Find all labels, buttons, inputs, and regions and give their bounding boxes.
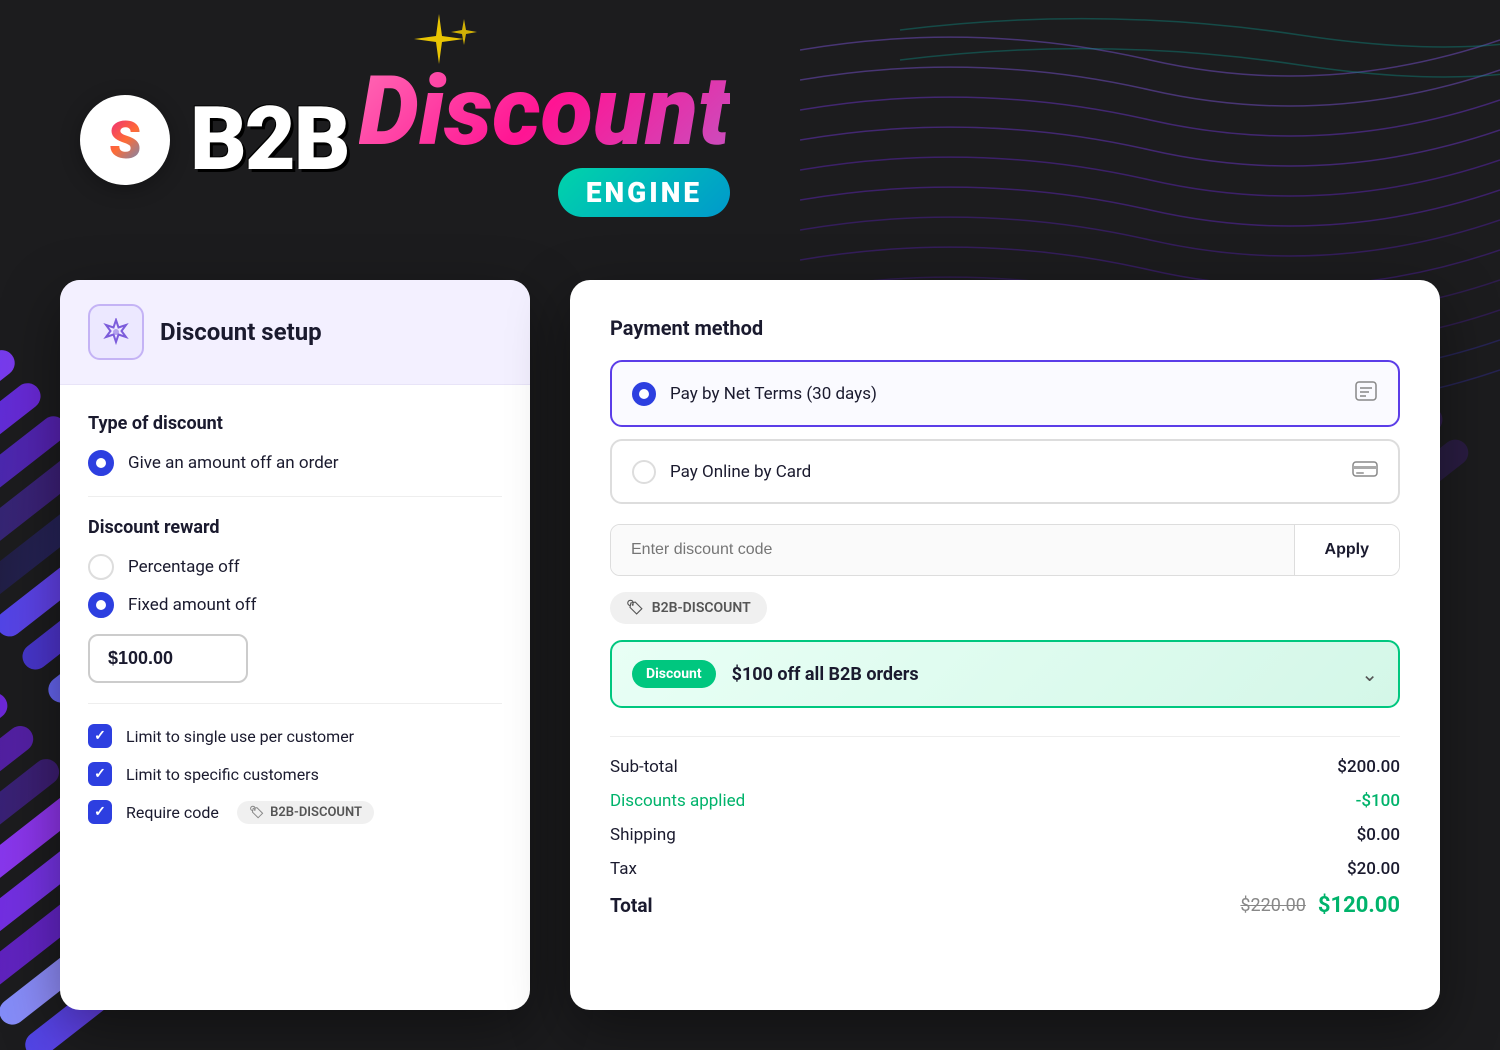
- subtotal-row: Sub-total $200.00: [610, 757, 1400, 777]
- engine-text: ENGINE: [586, 176, 702, 209]
- discount-setup-panel: Discount setup Type of discount Give an …: [60, 280, 530, 1010]
- total-values: $220.00 $120.00: [1240, 893, 1400, 918]
- brand-discount: Discount: [359, 64, 730, 160]
- applied-code-text: B2B-DISCOUNT: [652, 600, 751, 616]
- amount-input-wrap: [88, 634, 502, 683]
- applied-code-badge: 🏷 B2B-DISCOUNT: [610, 592, 767, 624]
- panel-header: Discount setup: [60, 280, 530, 385]
- panel-body: Type of discount Give an amount off an o…: [60, 385, 530, 866]
- total-label: Total: [610, 894, 653, 917]
- order-summary: Sub-total $200.00 Discounts applied -$10…: [610, 736, 1400, 918]
- logo-circle: S: [80, 95, 170, 185]
- checkbox-specific-customers-box: [88, 762, 112, 786]
- checkbox-specific-customers[interactable]: Limit to specific customers: [88, 762, 502, 786]
- sparkle-icon: [399, 14, 479, 78]
- shipping-label: Shipping: [610, 825, 676, 845]
- header: S B2B Discount ENGINE: [0, 0, 1500, 280]
- total-new-value: $120.00: [1318, 893, 1400, 918]
- discounts-label: Discounts applied: [610, 791, 745, 811]
- panel-title: Discount setup: [160, 318, 322, 346]
- total-row: Total $220.00 $120.00: [610, 893, 1400, 918]
- divider-2: [88, 703, 502, 704]
- apply-button[interactable]: Apply: [1294, 525, 1399, 575]
- payment-online-card-label: Pay Online by Card: [670, 462, 1338, 482]
- type-option-label: Give an amount off an order: [128, 453, 339, 473]
- subtotal-value: $200.00: [1337, 757, 1400, 777]
- checkbox-single-use-label: Limit to single use per customer: [126, 727, 354, 746]
- discount-code-input[interactable]: [611, 525, 1294, 575]
- main-content: Discount setup Type of discount Give an …: [0, 260, 1500, 1050]
- tax-value: $20.00: [1347, 859, 1400, 879]
- discount-description: $100 off all B2B orders: [732, 664, 1346, 685]
- payment-option-net-terms[interactable]: Pay by Net Terms (30 days): [610, 360, 1400, 427]
- subtotal-label: Sub-total: [610, 757, 678, 777]
- discount-code-row: Apply: [610, 524, 1400, 576]
- brand-title-wrap: Discount ENGINE: [359, 64, 730, 217]
- reward-option-percentage[interactable]: Percentage off: [88, 554, 502, 580]
- card-icon: [1352, 459, 1378, 484]
- checkbox-require-code[interactable]: Require code 🏷 B2B-DISCOUNT: [88, 800, 502, 824]
- engine-badge: ENGINE: [558, 168, 730, 217]
- shipping-value: $0.00: [1357, 825, 1400, 845]
- badge-tag-icon: 🏷: [626, 600, 644, 616]
- type-option-give-amount[interactable]: Give an amount off an order: [88, 450, 502, 476]
- reward-radio-fixed: [88, 592, 114, 618]
- type-discount-label: Type of discount: [88, 413, 502, 434]
- payment-option-online-card[interactable]: Pay Online by Card: [610, 439, 1400, 504]
- payment-title: Payment method: [610, 316, 1400, 340]
- discount-pill: Discount: [632, 660, 716, 688]
- checkbox-require-code-box: [88, 800, 112, 824]
- discount-setup-icon: [88, 304, 144, 360]
- require-code-tag: 🏷 B2B-DISCOUNT: [237, 801, 374, 824]
- amount-input[interactable]: [88, 634, 248, 683]
- divider-1: [88, 496, 502, 497]
- reward-percentage-label: Percentage off: [128, 557, 240, 577]
- payment-panel: Payment method Pay by Net Terms (30 days…: [570, 280, 1440, 1010]
- tax-label: Tax: [610, 859, 637, 879]
- total-old-value: $220.00: [1240, 895, 1305, 916]
- applied-code-row: 🏷 B2B-DISCOUNT: [610, 592, 1400, 624]
- reward-fixed-label: Fixed amount off: [128, 595, 257, 615]
- discounts-row: Discounts applied -$100: [610, 791, 1400, 811]
- payment-radio-online-card: [632, 460, 656, 484]
- discount-banner[interactable]: Discount $100 off all B2B orders ⌄: [610, 640, 1400, 708]
- shipping-row: Shipping $0.00: [610, 825, 1400, 845]
- require-code-value: B2B-DISCOUNT: [270, 805, 362, 820]
- reward-option-fixed[interactable]: Fixed amount off: [88, 592, 502, 618]
- tag-icon: 🏷: [249, 805, 264, 819]
- payment-radio-net-terms: [632, 382, 656, 406]
- payment-net-terms-label: Pay by Net Terms (30 days): [670, 384, 1340, 404]
- chevron-down-icon: ⌄: [1361, 662, 1378, 686]
- type-radio-selected: [88, 450, 114, 476]
- logo-letter: S: [109, 110, 142, 171]
- tax-row: Tax $20.00: [610, 859, 1400, 879]
- brand-b2b: B2B: [190, 96, 349, 184]
- checkbox-require-code-label: Require code: [126, 803, 219, 822]
- reward-label: Discount reward: [88, 517, 502, 538]
- discounts-value: -$100: [1356, 791, 1400, 811]
- reward-radio-percentage: [88, 554, 114, 580]
- checkbox-single-use-box: [88, 724, 112, 748]
- net-terms-icon: [1354, 380, 1378, 407]
- checkbox-specific-customers-label: Limit to specific customers: [126, 765, 319, 784]
- checkbox-single-use[interactable]: Limit to single use per customer: [88, 724, 502, 748]
